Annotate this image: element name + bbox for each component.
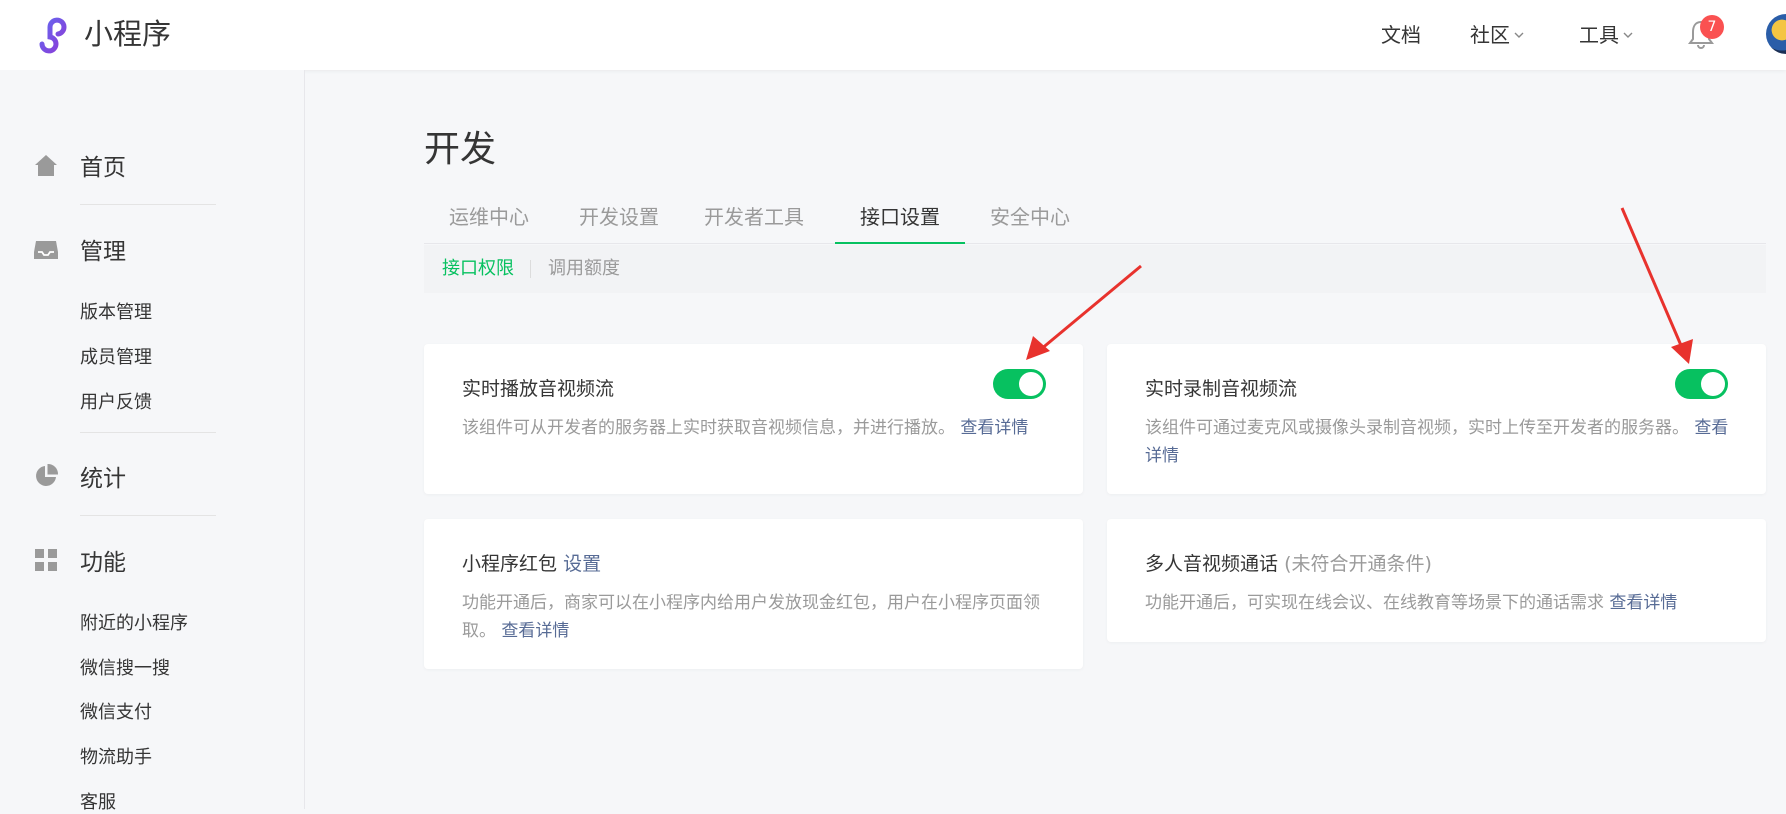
sidebar-item-home[interactable]: 首页 [32, 148, 126, 182]
nav-community-label: 社区 [1470, 23, 1510, 47]
card-title-row: 小程序红包 设置 [462, 549, 601, 576]
live-pusher-toggle[interactable] [1675, 369, 1728, 399]
divider [80, 204, 216, 205]
toggle-knob [1701, 372, 1725, 396]
sidebar-item-label: 管理 [80, 239, 126, 265]
card-title: 多人音视频通话 [1145, 553, 1279, 575]
notification-badge: 7 [1700, 15, 1724, 39]
card-title-note: (未符合开通条件) [1284, 553, 1432, 575]
pie-chart-icon [36, 463, 59, 486]
sidebar-item-pay[interactable]: 微信支付 [80, 698, 152, 724]
grid-icon [35, 549, 57, 571]
card-description: 该组件可通过麦克风或摄像头录制音视频，实时上传至开发者的服务器。 查看详情 [1145, 414, 1735, 470]
inbox-icon [34, 241, 58, 259]
card-description: 功能开通后，商家可以在小程序内给用户发放现金红包，用户在小程序页面领取。 查看详… [462, 589, 1052, 645]
tab-dev-tools[interactable]: 开发者工具 [684, 190, 824, 244]
card-title-row: 多人音视频通话 (未符合开通条件) [1145, 549, 1432, 576]
sidebar-item-label: 功能 [80, 550, 126, 576]
view-details-link[interactable]: 查看详情 [960, 418, 1028, 438]
sidebar-item-logistics[interactable]: 物流助手 [80, 743, 152, 769]
settings-link[interactable]: 设置 [563, 553, 601, 575]
sidebar-item-feedback[interactable]: 用户反馈 [80, 388, 152, 414]
card-desc-text: 该组件可通过麦克风或摄像头录制音视频，实时上传至开发者的服务器。 [1145, 418, 1689, 438]
subtab-api-permissions[interactable]: 接口权限 [442, 245, 514, 293]
nav-tools[interactable]: 工具 [1579, 20, 1633, 50]
card-live-player: 实时播放音视频流 该组件可从开发者的服务器上实时获取音视频信息，并进行播放。 查… [424, 344, 1083, 494]
card-title: 小程序红包 [462, 553, 558, 575]
card-title: 实时播放音视频流 [462, 378, 615, 400]
avatar[interactable] [1766, 14, 1786, 54]
nav-community[interactable]: 社区 [1470, 20, 1524, 50]
card-description: 该组件可从开发者的服务器上实时获取音视频信息，并进行播放。 查看详情 [462, 414, 1052, 442]
card-live-pusher: 实时录制音视频流 该组件可通过麦克风或摄像头录制音视频，实时上传至开发者的服务器… [1107, 344, 1766, 494]
chevron-down-icon [1623, 32, 1633, 38]
view-details-link[interactable]: 查看详情 [1609, 593, 1677, 613]
page-title: 开发 [424, 129, 497, 170]
card-red-packet: 小程序红包 设置 功能开通后，商家可以在小程序内给用户发放现金红包，用户在小程序… [424, 519, 1083, 669]
miniprogram-logo-icon[interactable] [34, 14, 76, 56]
nav-docs[interactable]: 文档 [1381, 20, 1421, 50]
card-description: 功能开通后，可实现在线会议、在线教育等场景下的通话需求 查看详情 [1145, 589, 1745, 617]
sidebar-item-service[interactable]: 客服 [80, 788, 116, 814]
tab-api-settings[interactable]: 接口设置 [835, 190, 965, 244]
live-player-toggle[interactable] [993, 369, 1046, 399]
sidebar-item-versions[interactable]: 版本管理 [80, 298, 152, 324]
nav-tools-label: 工具 [1579, 23, 1619, 47]
tab-ops[interactable]: 运维中心 [424, 190, 554, 244]
sidebar-item-stats[interactable]: 统计 [32, 459, 126, 493]
sidebar-item-manage[interactable]: 管理 [32, 232, 126, 266]
sidebar-item-search[interactable]: 微信搜一搜 [80, 654, 170, 680]
card-title: 实时录制音视频流 [1145, 378, 1298, 400]
sidebar-item-features[interactable]: 功能 [32, 543, 126, 577]
home-icon [35, 155, 57, 176]
tab-dev-settings[interactable]: 开发设置 [554, 190, 684, 244]
divider [80, 515, 216, 516]
sidebar-item-nearby[interactable]: 附近的小程序 [80, 609, 188, 635]
toggle-knob [1019, 372, 1043, 396]
top-bar: 小程序 文档 社区 工具 7 [0, 0, 1786, 70]
card-multi-call: 多人音视频通话 (未符合开通条件) 功能开通后，可实现在线会议、在线教育等场景下… [1107, 519, 1766, 642]
tab-security[interactable]: 安全中心 [965, 190, 1095, 244]
subtab-divider [530, 260, 531, 278]
sidebar-item-members[interactable]: 成员管理 [80, 343, 152, 369]
nav-docs-label: 文档 [1381, 23, 1421, 47]
app-title: 小程序 [84, 17, 172, 51]
subtab-bar: 接口权限 调用额度 [424, 245, 1766, 293]
sidebar-item-label: 统计 [80, 466, 126, 492]
chevron-down-icon [1514, 32, 1524, 38]
card-desc-text: 该组件可从开发者的服务器上实时获取音视频信息，并进行播放。 [462, 418, 955, 438]
subtab-call-quota[interactable]: 调用额度 [548, 245, 620, 293]
card-desc-text: 功能开通后，可实现在线会议、在线教育等场景下的通话需求 [1145, 593, 1604, 613]
tab-bar: 运维中心 开发设置 开发者工具 接口设置 安全中心 [424, 190, 1766, 244]
view-details-link[interactable]: 查看详情 [501, 621, 569, 641]
divider [80, 432, 216, 433]
sidebar: 首页 管理 版本管理 成员管理 用户反馈 统计 功能 附近的小程序 微信搜一搜 … [0, 70, 305, 813]
sidebar-item-label: 首页 [80, 155, 126, 181]
